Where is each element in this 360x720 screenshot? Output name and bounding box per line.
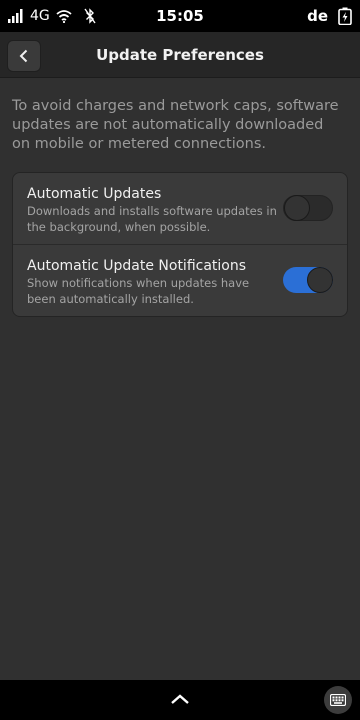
status-bar-right: de: [307, 7, 352, 25]
setting-title: Automatic Update Notifications: [27, 258, 247, 274]
setting-title: Automatic Updates: [27, 186, 162, 202]
header-bar: Update Preferences: [0, 32, 360, 78]
bottom-bar: [0, 680, 360, 720]
keyboard-button[interactable]: [324, 686, 352, 714]
description-text: To avoid charges and network caps, softw…: [12, 98, 339, 152]
setting-row-automatic-updates[interactable]: Automatic Updates Downloads and installs…: [13, 173, 347, 245]
setting-subtitle: Downloads and installs software updates …: [27, 204, 277, 234]
settings-list: Automatic Updates Downloads and installs…: [12, 172, 348, 317]
toggle-knob: [284, 195, 310, 221]
chevron-up-icon[interactable]: [170, 693, 190, 705]
status-bar: 4G 15:05 de: [0, 0, 360, 32]
clock: 15:05: [156, 7, 204, 25]
app-window: Update Preferences To avoid charges and …: [0, 32, 360, 680]
keyboard-language: de: [307, 7, 328, 25]
setting-subtitle: Show notifications when updates have bee…: [27, 276, 250, 306]
update-notifications-toggle[interactable]: [283, 267, 333, 293]
toggle-knob: [307, 267, 333, 293]
keyboard-icon: [330, 694, 346, 706]
page-title: Update Preferences: [96, 46, 264, 64]
back-button[interactable]: [7, 40, 41, 72]
automatic-updates-toggle[interactable]: [283, 195, 333, 221]
battery-charging-icon: [338, 7, 352, 25]
chevron-left-icon: [19, 49, 28, 63]
setting-row-update-notifications[interactable]: Automatic Update Notifications Show noti…: [13, 245, 347, 317]
